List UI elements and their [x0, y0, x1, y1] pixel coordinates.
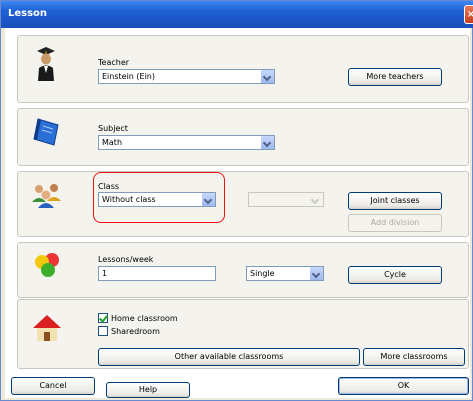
balls-icon: [35, 253, 59, 277]
lesson-mode-select[interactable]: Single: [246, 266, 324, 281]
chevron-down-icon[interactable]: [260, 136, 274, 149]
ok-button[interactable]: OK: [338, 377, 469, 395]
teacher-label: Teacher: [98, 58, 130, 67]
subject-group: Subject Math: [17, 108, 469, 166]
lessons-group: Lessons/week 1 Single Cycle: [17, 242, 469, 298]
cancel-button[interactable]: Cancel: [11, 377, 95, 395]
subject-value: Math: [102, 138, 123, 147]
teacher-icon: [37, 47, 55, 81]
lessons-per-week-input[interactable]: 1: [98, 266, 216, 281]
sharedroom-checkbox[interactable]: [98, 326, 108, 336]
other-classrooms-button[interactable]: Other available classrooms: [98, 348, 360, 366]
teacher-value: Einstein (Ein): [102, 72, 155, 81]
classroom-group: Home classroom Sharedroom Other availabl…: [17, 299, 469, 369]
subject-select[interactable]: Math: [98, 135, 275, 150]
teacher-select[interactable]: Einstein (Ein): [98, 69, 275, 84]
book-icon: [33, 118, 59, 146]
chevron-down-icon: [309, 193, 323, 206]
class-highlight: [93, 172, 225, 223]
chevron-down-icon[interactable]: [260, 70, 274, 83]
home-classroom-label: Home classroom: [111, 314, 178, 323]
lesson-mode-value: Single: [250, 269, 275, 278]
close-icon[interactable]: ×: [464, 5, 473, 24]
chevron-down-icon[interactable]: [309, 267, 323, 280]
add-division-button: Add division: [348, 214, 442, 232]
teacher-group: Teacher Einstein (Ein) More teachers: [17, 35, 469, 103]
class-secondary-select: [248, 192, 324, 207]
cycle-button[interactable]: Cycle: [348, 266, 442, 284]
lesson-dialog: Lesson × Teacher Einstein (Ein) More tea…: [0, 0, 473, 401]
students-icon: [32, 184, 61, 208]
subject-label: Subject: [98, 124, 128, 133]
lessons-label: Lessons/week: [98, 255, 154, 264]
help-button[interactable]: Help: [106, 382, 190, 398]
home-classroom-checkbox[interactable]: [98, 313, 108, 323]
title-bar: Lesson ×: [1, 1, 473, 28]
window-title: Lesson: [8, 8, 48, 19]
sharedroom-label: Sharedroom: [111, 327, 160, 336]
more-classrooms-button[interactable]: More classrooms: [363, 348, 465, 366]
lessons-value: 1: [102, 269, 108, 278]
joint-classes-button[interactable]: Joint classes: [348, 192, 442, 210]
house-icon: [33, 315, 61, 341]
class-group: Class Without class Joint classes Add di…: [17, 171, 469, 237]
more-teachers-button[interactable]: More teachers: [348, 68, 442, 86]
